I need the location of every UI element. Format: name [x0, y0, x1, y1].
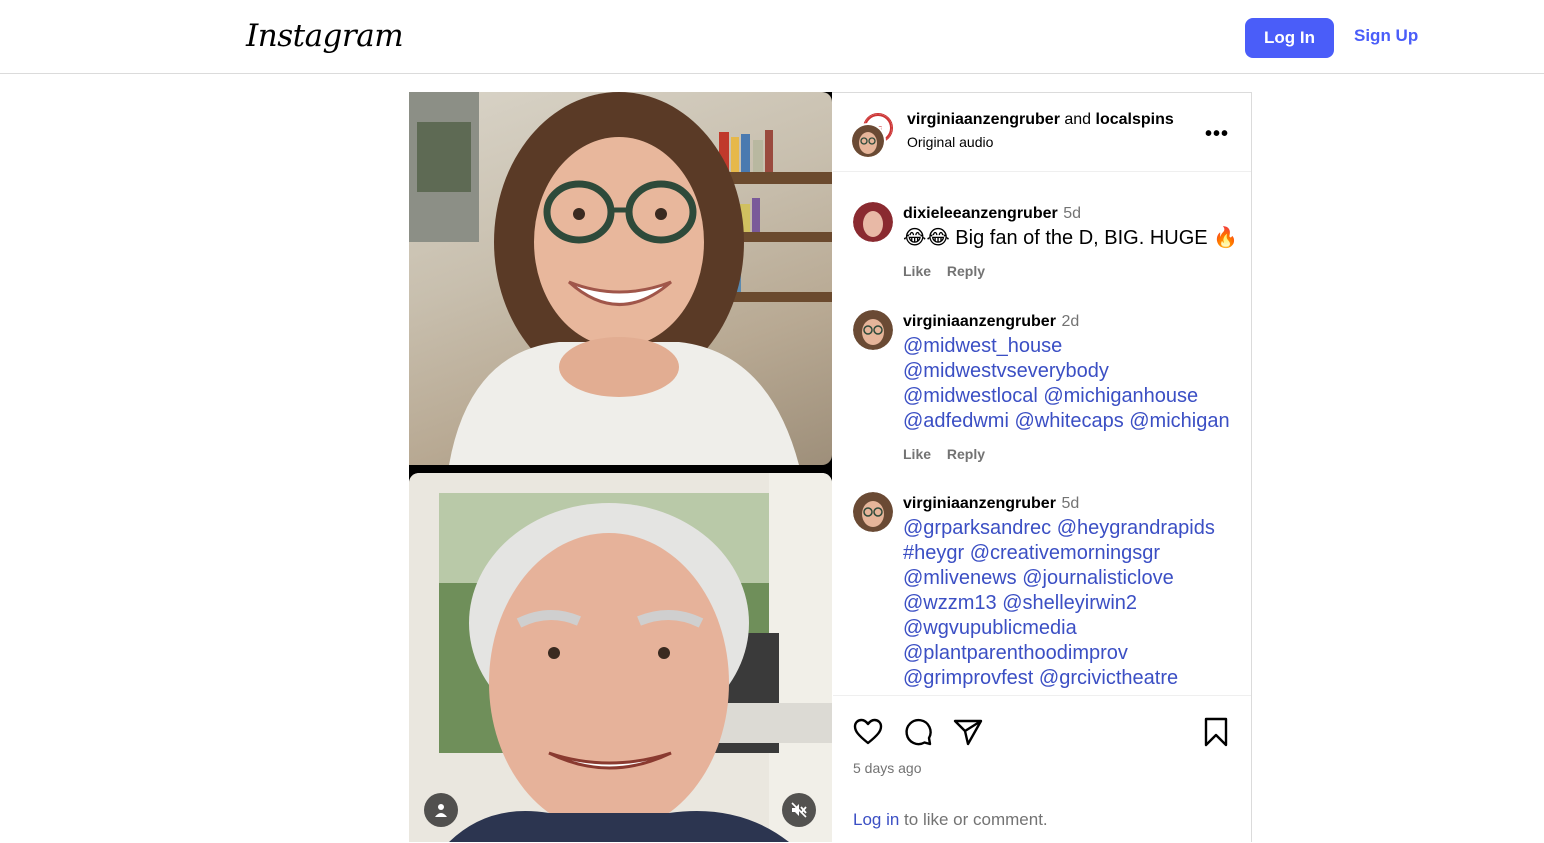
- comment-actions: Like Reply: [903, 442, 1243, 467]
- audio-label[interactable]: Original audio: [907, 134, 1174, 150]
- post-media[interactable]: [409, 92, 832, 842]
- top-nav-bar: Instagram Log In Sign Up: [0, 0, 1544, 74]
- author-link-2[interactable]: localspins: [1096, 111, 1174, 128]
- comment-text: 😂😂 Big fan of the D, BIG. HUGE 🔥: [903, 227, 1239, 249]
- comment-time: 5d: [1061, 495, 1080, 512]
- video-frame-man: [409, 473, 832, 842]
- comment-mention-line[interactable]: @midwest_house: [903, 334, 1243, 359]
- post-authors: virginiaanzengruber and localspins Origi…: [907, 111, 1174, 150]
- comment-mention-line[interactable]: @wgvupublicmedia: [903, 616, 1243, 641]
- comment-mention-line[interactable]: @plantparenthoodimprov: [903, 641, 1243, 666]
- comment-body: dixieleeanzengruber 5d 😂😂 Big fan of the…: [903, 200, 1243, 284]
- commenter-avatar[interactable]: [853, 202, 893, 242]
- share-icon[interactable]: [952, 716, 984, 748]
- post-actions: 5 days ago Log in to like or comment.: [833, 695, 1251, 843]
- comment-mention-line[interactable]: @grimprovfest @grcivictheatre: [903, 666, 1243, 691]
- instagram-logo[interactable]: Instagram: [246, 18, 404, 54]
- login-inline-link[interactable]: Log in: [853, 810, 899, 829]
- post-timestamp: 5 days ago: [853, 760, 922, 776]
- bookmark-icon[interactable]: [1200, 716, 1232, 748]
- commenter-avatar[interactable]: [853, 310, 893, 350]
- comment-username[interactable]: virginiaanzengruber: [903, 313, 1056, 330]
- comment-icon[interactable]: [902, 716, 934, 748]
- comment-reply-button[interactable]: Reply: [947, 263, 985, 279]
- comment-mention-line[interactable]: @midwestlocal @michiganhouse: [903, 384, 1243, 409]
- commenter-avatar[interactable]: [853, 492, 893, 532]
- person-icon[interactable]: [424, 793, 458, 827]
- comment-mention-line[interactable]: @mlivenews @journalisticlove: [903, 566, 1243, 591]
- muted-speaker-icon[interactable]: [782, 793, 816, 827]
- comment-mention-line[interactable]: @grparksandrec @heygrandrapids: [903, 516, 1243, 541]
- virginia-avatar[interactable]: [850, 123, 886, 159]
- comment-mention-line[interactable]: @wzzm13 @shelleyirwin2: [903, 591, 1243, 616]
- comment-like-button[interactable]: Like: [903, 446, 931, 462]
- comment-time: 5d: [1063, 205, 1082, 222]
- authors-joiner: and: [1064, 111, 1092, 128]
- post-header: LS virginiaanzengruber and localspins Or…: [833, 93, 1251, 172]
- comment-mention-line[interactable]: #heygr @creativemorningsgr: [903, 541, 1243, 566]
- comment-username[interactable]: virginiaanzengruber: [903, 495, 1056, 512]
- login-button[interactable]: Log In: [1245, 18, 1334, 58]
- comment-reply-button[interactable]: Reply: [947, 446, 985, 462]
- comment-body: virginiaanzengruber 2d @midwest_house @m…: [903, 308, 1243, 467]
- post-side-panel: LS virginiaanzengruber and localspins Or…: [833, 93, 1251, 842]
- heart-icon[interactable]: [852, 716, 884, 748]
- video-frame-woman: [409, 92, 832, 465]
- comment-username[interactable]: dixieleeanzengruber: [903, 205, 1058, 222]
- comment-time: 2d: [1061, 313, 1080, 330]
- video-feed-top[interactable]: [409, 92, 832, 465]
- more-options-icon[interactable]: •••: [1205, 123, 1229, 146]
- comment-mention-line[interactable]: @adfedwmi @whitecaps @michigan: [903, 409, 1243, 434]
- comments-list[interactable]: dixieleeanzengruber 5d 😂😂 Big fan of the…: [833, 172, 1251, 695]
- comment-mention-line[interactable]: @midwestvseverybody: [903, 359, 1243, 384]
- author-link-1[interactable]: virginiaanzengruber: [907, 111, 1060, 128]
- comment-body: virginiaanzengruber 5d @grparksandrec @h…: [903, 490, 1243, 691]
- signup-link[interactable]: Sign Up: [1354, 26, 1418, 46]
- login-prompt: Log in to like or comment.: [853, 810, 1048, 830]
- comment-like-button[interactable]: Like: [903, 263, 931, 279]
- login-prompt-text: to like or comment.: [899, 810, 1048, 829]
- video-feed-bottom[interactable]: [409, 473, 832, 842]
- comment-actions: Like Reply: [903, 259, 1243, 284]
